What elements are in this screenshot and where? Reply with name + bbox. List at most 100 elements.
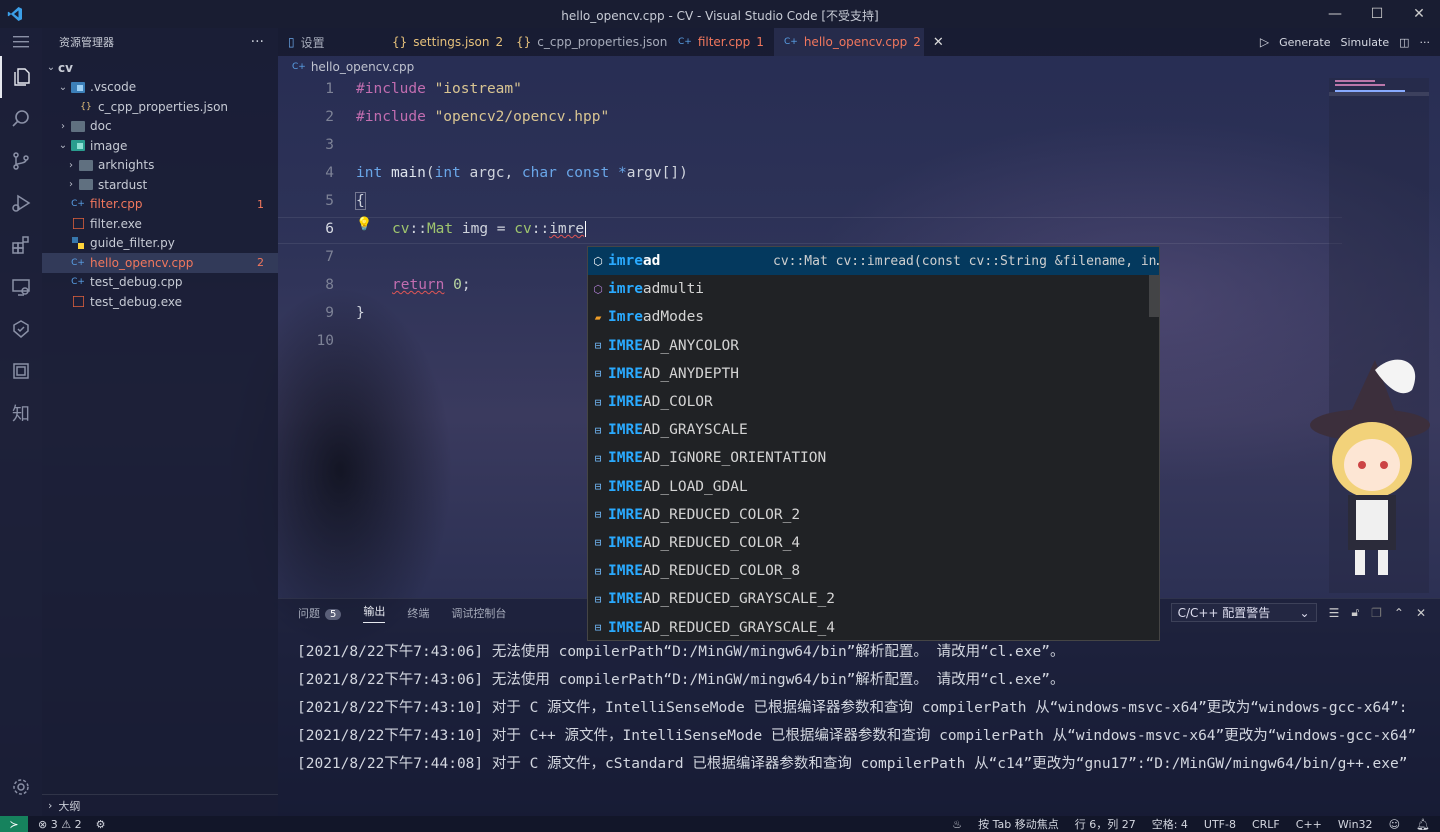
tab-problems[interactable]: 问题 5 — [298, 605, 342, 621]
lock-icon[interactable]: 🔓︎ — [1351, 605, 1359, 620]
problems-status[interactable]: ⊗ 3 ⚠ 2 — [38, 818, 82, 831]
language-mode[interactable]: C++ — [1296, 818, 1322, 831]
suggestion-item[interactable]: ⊟ IMREAD_REDUCED_COLOR_4 — [588, 529, 1159, 557]
source-control-icon[interactable] — [0, 140, 42, 182]
simulate-button[interactable]: Simulate — [1340, 36, 1389, 49]
suggestion-item[interactable]: ⊟ IMREAD_ANYCOLOR — [588, 332, 1159, 360]
notifications-bell-icon[interactable]: 🔔︎ — [1416, 818, 1430, 831]
settings-file-icon: ▯ — [288, 35, 295, 49]
warning-icon: ⚠ — [61, 817, 72, 831]
run-debug-icon[interactable] — [0, 182, 42, 224]
suggestion-item[interactable]: ⊟ IMREAD_REDUCED_GRAYSCALE_4 — [588, 613, 1159, 640]
maximize-panel-icon[interactable]: ⌃ — [1394, 606, 1404, 620]
cpp-file-icon: C+ — [292, 62, 306, 72]
more-actions-icon[interactable]: ··· — [1420, 36, 1431, 49]
close-panel-icon[interactable]: ✕ — [1416, 606, 1426, 620]
suggestion-item[interactable]: ▰ ImreadModes — [588, 303, 1159, 331]
output-channel-select[interactable]: C/C++ 配置警告 ⌄ — [1170, 603, 1317, 622]
outline-section[interactable]: › 大纲 — [42, 794, 278, 816]
tree-file-filter-exe[interactable]: filter.exe — [42, 214, 278, 234]
suggestion-item[interactable]: ⊟ IMREAD_COLOR — [588, 388, 1159, 416]
encoding[interactable]: UTF-8 — [1204, 818, 1236, 831]
suggestion-item[interactable]: ⬡ imread cv::Mat cv::imread(const cv::St… — [588, 247, 1159, 276]
board-icon[interactable] — [0, 350, 42, 392]
error-count-badge: 2 — [257, 256, 264, 270]
breadcrumb[interactable]: C+ hello_opencv.cpp — [278, 56, 414, 78]
extensions-icon[interactable] — [0, 224, 42, 266]
run-icon[interactable]: ▷ — [1260, 35, 1269, 49]
tab-settings-json[interactable]: {} settings.json 2 — [382, 28, 506, 56]
menu-icon[interactable] — [0, 28, 42, 56]
feedback-icon[interactable]: ☺ — [1389, 818, 1400, 831]
suggestion-item[interactable]: ⬡ imreadmulti — [588, 275, 1159, 303]
suggestion-item[interactable]: ⊟ IMREAD_REDUCED_COLOR_8 — [588, 557, 1159, 585]
line-ending[interactable]: CRLF — [1252, 818, 1280, 831]
indentation[interactable]: 空格: 4 — [1152, 816, 1188, 832]
breadcrumb-file[interactable]: hello_opencv.cpp — [311, 60, 414, 74]
code-line-4: int main(int argc, char const *argv[]) — [356, 165, 688, 181]
chevron-down-icon: ⌄ — [58, 81, 68, 93]
autocomplete-suggestions[interactable]: ⬡ imread cv::Mat cv::imread(const cv::St… — [587, 246, 1160, 641]
remote-explorer-icon[interactable] — [0, 266, 42, 308]
tab-output[interactable]: 输出 — [363, 603, 386, 623]
copy-icon[interactable]: ❐ — [1371, 606, 1382, 620]
enum-member-icon: ⊟ — [594, 451, 602, 465]
explorer-icon[interactable] — [0, 56, 42, 98]
chevron-right-icon: › — [48, 799, 53, 812]
suggestion-item[interactable]: ⊟ IMREAD_GRAYSCALE — [588, 416, 1159, 444]
tree-folder-doc[interactable]: › doc — [42, 117, 278, 137]
maximize-icon[interactable]: ☐ — [1356, 0, 1398, 28]
output-line: [2021/8/22下午7:43:06] 无法使用 compilerPath“D… — [297, 644, 1065, 660]
suggestion-item[interactable]: ⊟ IMREAD_ANYDEPTH — [588, 360, 1159, 388]
tab-debug-console[interactable]: 调试控制台 — [451, 605, 506, 621]
suggestion-item[interactable]: ⊟ IMREAD_REDUCED_GRAYSCALE_2 — [588, 585, 1159, 613]
cpp-file-icon: C+ — [71, 277, 85, 288]
code-line-5: { — [355, 192, 366, 210]
tree-file-test-debug-exe[interactable]: test_debug.exe — [42, 292, 278, 312]
tree-folder-cv[interactable]: ⌄ cv — [42, 58, 278, 78]
zhihu-icon[interactable]: 知 — [0, 392, 42, 434]
tab-hello-opencv-cpp[interactable]: C+ hello_opencv.cpp 2 ✕ — [774, 28, 944, 56]
lightbulb-icon[interactable]: 💡 — [356, 217, 372, 232]
remote-indicator-icon[interactable]: ≻ — [0, 816, 28, 832]
tab-filter-cpp[interactable]: C+ filter.cpp 1 — [668, 28, 774, 56]
tab-settings[interactable]: ▯ 设置 — [278, 28, 382, 56]
tree-item-label: test_debug.exe — [90, 294, 182, 309]
search-icon[interactable] — [0, 98, 42, 140]
tree-folder-vscode[interactable]: ⌄ .vscode — [42, 78, 278, 98]
flame-icon[interactable]: ♨ — [952, 818, 962, 831]
tab-terminal[interactable]: 终端 — [407, 605, 429, 621]
split-editor-icon[interactable]: ◫ — [1399, 36, 1409, 49]
tree-file-hello-opencv-cpp[interactable]: C+ hello_opencv.cpp 2 — [42, 253, 278, 273]
suggestion-label: imread — [608, 253, 661, 270]
close-window-icon[interactable]: ✕ — [1398, 0, 1440, 28]
tree-file-guide-filter-py[interactable]: guide_filter.py — [42, 234, 278, 254]
json-file-icon: {} — [80, 101, 92, 112]
clear-output-icon[interactable]: ☰ — [1329, 606, 1340, 620]
cursor-position[interactable]: 行 6，列 27 — [1075, 816, 1136, 832]
decorative-character-image — [1310, 359, 1430, 575]
minimize-icon[interactable]: — — [1314, 0, 1356, 28]
tree-file-c-cpp-properties[interactable]: {} c_cpp_properties.json — [42, 97, 278, 117]
tree-folder-image[interactable]: ⌄ image — [42, 136, 278, 156]
tree-item-label: stardust — [98, 177, 148, 192]
debug-icon[interactable]: ⚙ — [96, 818, 106, 831]
tree-file-test-debug-cpp[interactable]: C+ test_debug.cpp — [42, 273, 278, 293]
suggestion-item[interactable]: ⊟ IMREAD_LOAD_GDAL — [588, 473, 1159, 501]
enum-member-icon: ⊟ — [594, 508, 602, 522]
suggestion-item[interactable]: ⊟ IMREAD_IGNORE_ORIENTATION — [588, 444, 1159, 472]
tab-c-cpp-properties[interactable]: {} c_cpp_properties.json — [506, 28, 668, 56]
testing-icon[interactable] — [0, 308, 42, 350]
settings-gear-icon[interactable] — [0, 766, 42, 808]
suggestion-item[interactable]: ⊟ IMREAD_REDUCED_COLOR_2 — [588, 501, 1159, 529]
tree-file-filter-cpp[interactable]: C+ filter.cpp 1 — [42, 195, 278, 215]
close-tab-icon[interactable]: ✕ — [933, 35, 944, 50]
tab-focus-mode[interactable]: 按 Tab 移动焦点 — [978, 816, 1059, 832]
more-actions-icon[interactable]: ··· — [251, 34, 264, 50]
generate-button[interactable]: Generate — [1279, 36, 1330, 49]
code-line-6: cv::Mat img = cv::imre — [392, 221, 587, 237]
tree-folder-arknights[interactable]: › arknights — [42, 156, 278, 176]
tree-folder-stardust[interactable]: › stardust — [42, 175, 278, 195]
outline-label: 大纲 — [58, 799, 81, 813]
platform-config[interactable]: Win32 — [1338, 818, 1373, 831]
